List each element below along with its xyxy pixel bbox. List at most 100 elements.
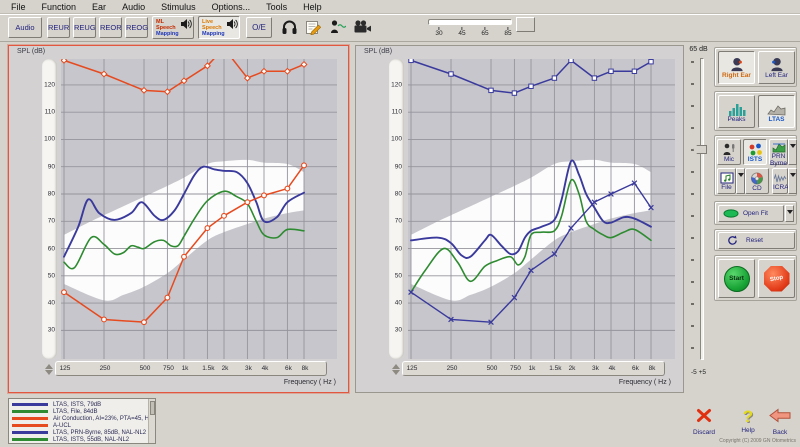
- x-tick-label: 3k: [592, 365, 599, 372]
- cd-icon: [750, 172, 764, 185]
- x-tick-label: 6k: [285, 365, 292, 372]
- start-label: Start: [729, 275, 744, 282]
- open-fit-group: Open Fit: [714, 201, 797, 225]
- speechmap-panel-left-ear[interactable]: SPL (dB) 12011010090807060504030 1252505…: [355, 45, 684, 393]
- x-tick-label: 2k: [569, 365, 576, 372]
- level-tick-45: 45: [458, 27, 465, 37]
- x-tick-label: 8k: [302, 365, 309, 372]
- peaks-button[interactable]: Peaks: [718, 95, 755, 128]
- master-gain-slider: 65 dB -5 +5: [685, 45, 712, 393]
- menu-audio[interactable]: Audio: [115, 2, 152, 12]
- view-mode-group: Peaks LTAS: [714, 91, 797, 131]
- start-button[interactable]: Start: [718, 259, 755, 298]
- report-notes-icon[interactable]: [305, 19, 323, 36]
- x-axis-strip: 1252505007501k1.5k2k3k4k6k8k: [402, 361, 665, 376]
- headphones-icon[interactable]: [281, 19, 299, 36]
- legend-scrollbar[interactable]: [148, 399, 155, 443]
- legend-swatch: [12, 431, 48, 434]
- x-tick-label: 1.5k: [549, 365, 561, 372]
- x-tick-label: 4k: [609, 365, 616, 372]
- probe-mic-calibration-icon[interactable]: [330, 19, 348, 36]
- level-slider-ticks: 30 45 65 85: [428, 27, 512, 39]
- toolbar: Audio REUR REUG REOR REOG ML Speech Mapp…: [0, 14, 800, 42]
- x-tick-label: 250: [447, 365, 458, 372]
- x-tick-label: 8k: [649, 365, 656, 372]
- ml-speech-mapping-button[interactable]: ML Speech Mapping: [152, 16, 194, 39]
- icra-dropdown[interactable]: [788, 168, 797, 194]
- ists-icon: [748, 143, 763, 156]
- prn-byrne-source-button[interactable]: PRN Byrne: [769, 139, 788, 165]
- x-tick-label: 500: [140, 365, 151, 372]
- menu-bar: File Function Ear Audio Stimulus Options…: [0, 0, 800, 14]
- ists-source-button[interactable]: ISTS: [743, 139, 767, 165]
- right-ear-button[interactable]: Right Ear: [718, 51, 755, 84]
- reur-button[interactable]: REUR: [47, 17, 70, 38]
- stimulus-source-group: Mic ISTS PRN Byrne: [714, 135, 797, 196]
- stop-button[interactable]: Stop: [758, 259, 795, 298]
- cd-source-button[interactable]: CD: [745, 168, 769, 194]
- menu-file[interactable]: File: [4, 2, 33, 12]
- video-camera-icon[interactable]: [352, 19, 370, 36]
- speechmap-plot-left-ear[interactable]: [408, 59, 675, 359]
- menu-stimulus[interactable]: Stimulus: [154, 2, 203, 12]
- menu-function[interactable]: Function: [35, 2, 84, 12]
- axis-scroll-arrows[interactable]: [43, 363, 55, 377]
- audio-button[interactable]: Audio: [8, 17, 42, 38]
- left-ear-button[interactable]: Left Ear: [758, 51, 795, 84]
- right-ear-label: Right Ear: [719, 72, 754, 79]
- legend-row: LTAS, PRN-Byrne, 85dB, NAL-NL2: [12, 429, 147, 436]
- live-speech-mapping-button[interactable]: Live Speech Mapping: [198, 16, 240, 39]
- gain-fine-adjust[interactable]: -5 +5: [685, 369, 712, 376]
- legend-swatch: [12, 410, 48, 413]
- menu-tools[interactable]: Tools: [259, 2, 294, 12]
- reset-button[interactable]: Reset: [718, 232, 795, 249]
- live-label: Mapping: [202, 31, 239, 37]
- control-panel: Right Ear Left Ear Peaks: [714, 45, 797, 400]
- legend-box: LTAS, ISTS, 79dBLTAS, File, 84dBAir Cond…: [8, 398, 156, 444]
- level-meter-strip[interactable]: [42, 59, 57, 359]
- ltas-button[interactable]: LTAS: [758, 95, 795, 128]
- discard-button[interactable]: Discard: [684, 408, 724, 436]
- speechmap-panel-right-ear[interactable]: SPL (dB) 12011010090807060504030 1252505…: [8, 45, 349, 393]
- reug-button[interactable]: REUG: [73, 17, 96, 38]
- back-icon: [769, 408, 791, 423]
- icra-icon: [774, 173, 787, 184]
- speechmap-plot-right-ear[interactable]: [61, 59, 337, 359]
- legend-rows: LTAS, ISTS, 79dBLTAS, File, 84dBAir Cond…: [12, 401, 147, 443]
- axis-scroll-arrows[interactable]: [390, 363, 402, 377]
- discard-icon: [696, 408, 712, 423]
- menu-options[interactable]: Options...: [205, 2, 258, 12]
- gain-slider-ticks: [691, 61, 694, 357]
- level-meter-strip[interactable]: [389, 59, 404, 359]
- file-label: File: [718, 184, 735, 191]
- mic-source-button[interactable]: Mic: [717, 139, 741, 165]
- occlusion-effect-button[interactable]: O/E: [246, 17, 272, 38]
- ltas-label: LTAS: [759, 116, 794, 123]
- level-slider-track[interactable]: [428, 19, 512, 25]
- file-dropdown[interactable]: [736, 168, 745, 194]
- file-source-button[interactable]: File: [717, 168, 736, 194]
- reog-button[interactable]: REOG: [125, 17, 148, 38]
- legend-label: LTAS, ISTS, 55dB, NAL-NL2: [53, 437, 129, 443]
- gain-slider-track[interactable]: [700, 58, 704, 360]
- x-tick-label: 125: [60, 365, 71, 372]
- spl-axis-title: SPL (dB): [17, 48, 45, 55]
- level-value-box[interactable]: [516, 17, 535, 32]
- open-fit-button[interactable]: Open Fit: [718, 205, 784, 222]
- gain-slider-handle[interactable]: [693, 145, 707, 154]
- gain-value-label: 65 dB: [685, 45, 712, 53]
- reset-group: Reset: [714, 229, 797, 251]
- legend-row: A-UCL: [12, 422, 147, 429]
- reor-button[interactable]: REOR: [99, 17, 122, 38]
- icra-source-button[interactable]: ICRA: [772, 168, 788, 194]
- back-button[interactable]: Back: [760, 408, 800, 436]
- legend-row: Air Conduction, AI=23%, PTA=45, HFA=60: [12, 415, 147, 422]
- x-tick-label: 1k: [182, 365, 189, 372]
- menu-help[interactable]: Help: [296, 2, 329, 12]
- x-tick-label: 1k: [529, 365, 536, 372]
- open-fit-dropdown[interactable]: [785, 205, 794, 222]
- menu-ear[interactable]: Ear: [85, 2, 113, 12]
- x-axis-strip: 1252505007501k1.5k2k3k4k6k8k: [55, 361, 327, 376]
- prn-byrne-dropdown[interactable]: [788, 139, 797, 165]
- legend-label: LTAS, ISTS, 79dB: [53, 402, 101, 408]
